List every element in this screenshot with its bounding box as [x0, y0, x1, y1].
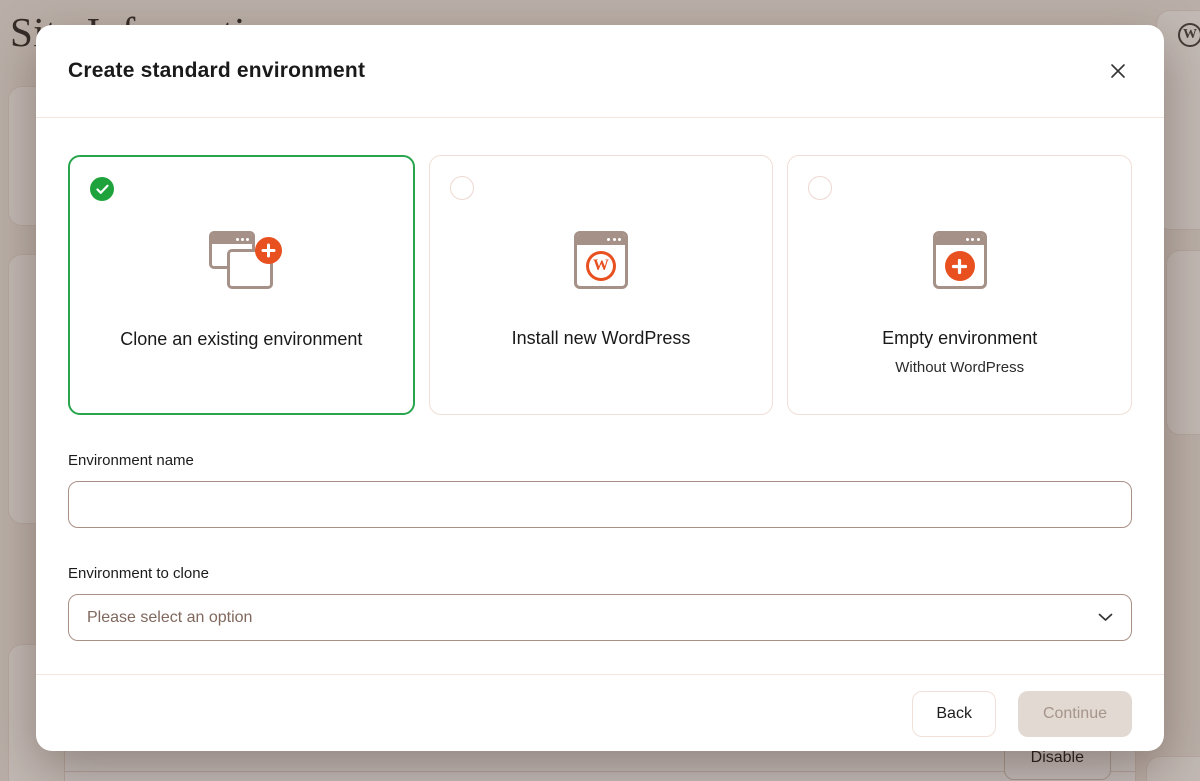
- create-environment-modal: Create standard environment: [36, 25, 1164, 751]
- option-install-new-wordpress[interactable]: W Install new WordPress: [429, 155, 774, 415]
- back-button[interactable]: Back: [912, 691, 996, 737]
- empty-window-icon: [918, 222, 1002, 298]
- modal-body: Clone an existing environment W Install …: [36, 118, 1164, 641]
- option-label: Install new WordPress: [512, 328, 691, 349]
- modal-header: Create standard environment: [36, 25, 1164, 118]
- environment-to-clone-label: Environment to clone: [68, 565, 1132, 582]
- wordpress-window-icon: W: [559, 222, 643, 298]
- environment-to-clone-select[interactable]: Please select an option: [68, 594, 1132, 641]
- modal-footer: Back Continue: [36, 674, 1164, 752]
- radio-unselected[interactable]: [808, 176, 832, 200]
- environment-type-options: Clone an existing environment W Install …: [68, 155, 1132, 415]
- wordpress-logo-icon: W: [586, 251, 616, 281]
- plus-badge-icon: [255, 237, 282, 264]
- option-clone-existing-environment[interactable]: Clone an existing environment: [68, 155, 415, 415]
- close-icon[interactable]: [1104, 57, 1132, 85]
- environment-name-input[interactable]: [68, 481, 1132, 528]
- radio-unselected[interactable]: [450, 176, 474, 200]
- chevron-down-icon: [1098, 613, 1113, 622]
- select-placeholder: Please select an option: [87, 609, 1098, 627]
- plus-badge-icon: [945, 251, 975, 281]
- continue-button[interactable]: Continue: [1018, 691, 1132, 737]
- clone-windows-icon: [199, 223, 283, 299]
- option-sublabel: Without WordPress: [895, 359, 1024, 376]
- modal-title: Create standard environment: [68, 59, 365, 83]
- check-icon: [96, 184, 109, 195]
- radio-selected[interactable]: [90, 177, 114, 201]
- option-label: Clone an existing environment: [120, 329, 362, 350]
- option-empty-environment[interactable]: Empty environment Without WordPress: [787, 155, 1132, 415]
- environment-name-label: Environment name: [68, 452, 1132, 469]
- option-label: Empty environment: [882, 328, 1037, 349]
